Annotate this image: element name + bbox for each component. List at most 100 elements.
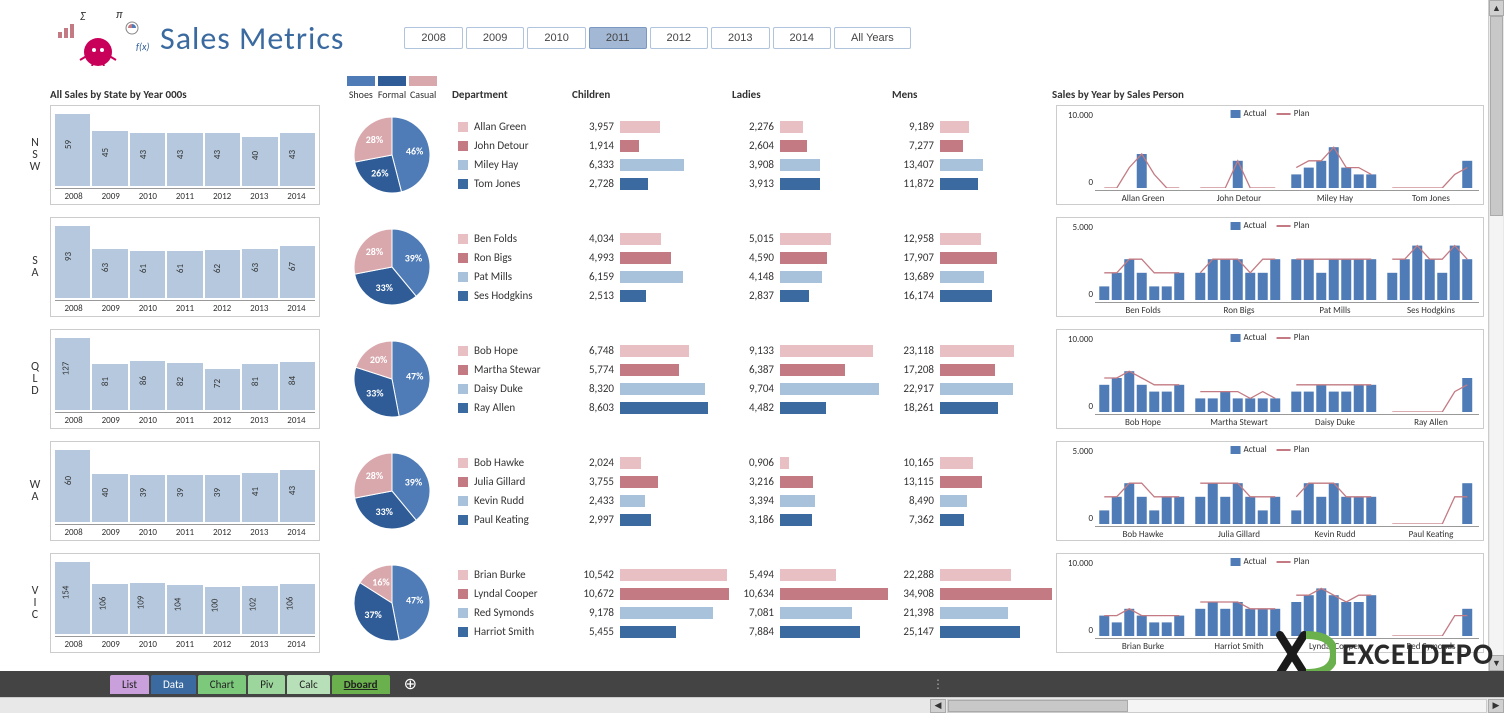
scroll-up-arrow[interactable]: ▲: [1489, 0, 1504, 16]
bar-chart-sa: 9363616162636720082009201020112012201320…: [50, 217, 320, 317]
year-button-2013[interactable]: 2013: [711, 27, 769, 49]
pie-legend: Shoes Formal Casual: [332, 76, 452, 101]
svg-text:28%: 28%: [366, 133, 384, 146]
year-button-2014[interactable]: 2014: [773, 27, 831, 49]
svg-text:20%: 20%: [370, 353, 388, 366]
salesperson-label: Allan Green: [458, 120, 572, 133]
state-row-nsw: NSW5945434343404320082009201020112012201…: [20, 105, 1484, 205]
scroll-right-arrow[interactable]: ▶: [1488, 699, 1504, 713]
year-filter-group: 2008200920102011201220132014All Years: [404, 27, 910, 49]
ladies-metrics-wa: 0,9063,2163,3943,186: [732, 456, 892, 526]
svg-text:33%: 33%: [376, 281, 394, 294]
ladies-metrics-sa: 5,0154,5904,1482,837: [732, 232, 892, 302]
salesperson-label: Paul Keating: [458, 513, 572, 526]
col-header-department: Department: [452, 88, 572, 101]
sheet-tabstrip: ListDataChartPivCalcDboard ⊕ ⋮: [0, 671, 1504, 697]
salesperson-label: Daisy Duke: [458, 382, 572, 395]
mens-metrics-vic: 22,28834,90821,39825,147: [892, 568, 1052, 638]
year-button-2012[interactable]: 2012: [650, 27, 708, 49]
children-metrics-qld: 6,7485,7748,3208,603: [572, 344, 732, 414]
col-header-sales-by-person: Sales by Year by Sales Person: [1052, 88, 1484, 101]
sparkline-chart-qld: ActualPlan 10.0000 Bob HopeMartha Stewar…: [1056, 329, 1484, 429]
state-row-vic: VIC1541061091041001021062008200920102011…: [20, 553, 1484, 653]
mens-metrics-nsw: 9,1897,27713,40711,872: [892, 120, 1052, 190]
salesperson-label: Bob Hope: [458, 344, 572, 357]
horizontal-scrollbar[interactable]: ◀ ▶: [0, 697, 1504, 713]
state-row-sa: SA93636161626367200820092010201120122013…: [20, 217, 1484, 317]
salesperson-label: Miley Hay: [458, 158, 572, 171]
sheet-tab-piv[interactable]: Piv: [248, 675, 285, 694]
sheet-tab-dboard[interactable]: Dboard: [332, 675, 390, 694]
sheet-tab-calc[interactable]: Calc: [287, 675, 329, 694]
col-header-sales-by-state: All Sales by State by Year 000s: [50, 88, 332, 101]
sheet-tab-chart[interactable]: Chart: [198, 675, 246, 694]
salesperson-label: Kevin Rudd: [458, 494, 572, 507]
sparkline-chart-vic: ActualPlan 10.0000 Brian BurkeHarriot Sm…: [1056, 553, 1484, 653]
year-button-2011[interactable]: 2011: [589, 27, 647, 49]
svg-text:33%: 33%: [376, 505, 394, 518]
state-label-sa: SA: [20, 255, 50, 279]
ladies-metrics-qld: 9,1336,3879,7044,482: [732, 344, 892, 414]
svg-text:37%: 37%: [364, 608, 382, 621]
scroll-left-arrow[interactable]: ◀: [930, 699, 946, 713]
salesperson-label: John Detour: [458, 139, 572, 152]
col-header-ladies: Ladies: [732, 88, 892, 101]
bar-chart-nsw: 5945434343404320082009201020112012201320…: [50, 105, 320, 205]
sparkline-chart-sa: ActualPlan 5.0000 Ben FoldsRon BigsPat M…: [1056, 217, 1484, 317]
year-button-all-years[interactable]: All Years: [834, 27, 911, 49]
svg-text:39%: 39%: [405, 252, 423, 265]
salesperson-label: Ron Bigs: [458, 251, 572, 264]
svg-text:33%: 33%: [366, 386, 384, 399]
bar-chart-qld: 1278186827281842008200920102011201220132…: [50, 329, 320, 429]
state-row-qld: QLD1278186827281842008200920102011201220…: [20, 329, 1484, 429]
svg-text:Σ: Σ: [80, 10, 86, 24]
svg-text:47%: 47%: [406, 369, 424, 382]
svg-text:39%: 39%: [405, 476, 423, 489]
horizontal-scroll-thumb[interactable]: [948, 700, 1128, 712]
svg-text:16%: 16%: [372, 575, 390, 588]
svg-text:π: π: [116, 8, 123, 22]
add-sheet-button[interactable]: ⊕: [392, 674, 429, 694]
salesperson-label: Ben Folds: [458, 232, 572, 245]
children-metrics-wa: 2,0243,7552,4332,997: [572, 456, 732, 526]
sheet-tab-data[interactable]: Data: [151, 675, 196, 694]
page-title: Sales Metrics: [160, 19, 344, 58]
salesperson-label: Pat Mills: [458, 270, 572, 283]
state-label-vic: VIC: [20, 585, 50, 621]
state-label-nsw: NSW: [20, 137, 50, 173]
mens-metrics-sa: 12,95817,90713,68916,174: [892, 232, 1052, 302]
salesperson-label: Martha Stewar: [458, 363, 572, 376]
salesperson-label: Brian Burke: [458, 568, 572, 581]
col-header-children: Children: [572, 88, 732, 101]
svg-text:46%: 46%: [406, 145, 424, 158]
state-label-wa: WA: [20, 479, 50, 503]
state-row-wa: WA60403939394143200820092010201120122013…: [20, 441, 1484, 541]
svg-text:47%: 47%: [406, 593, 424, 606]
pie-chart-qld: 47% 33% 20%: [332, 334, 452, 424]
vertical-scroll-thumb[interactable]: [1490, 16, 1503, 216]
year-button-2010[interactable]: 2010: [527, 27, 585, 49]
sparkline-chart-nsw: ActualPlan 10.0000 Allan GreenJohn Detou…: [1056, 105, 1484, 205]
salesperson-label: Bob Hawke: [458, 456, 572, 469]
bar-chart-vic: 1541061091041001021062008200920102011201…: [50, 553, 320, 653]
svg-text:26%: 26%: [371, 167, 389, 180]
ladies-metrics-vic: 5,49410,6347,0817,884: [732, 568, 892, 638]
mens-metrics-qld: 23,11817,20822,91718,261: [892, 344, 1052, 414]
bar-chart-wa: 6040393939414320082009201020112012201320…: [50, 441, 320, 541]
svg-text:28%: 28%: [366, 469, 384, 482]
year-button-2009[interactable]: 2009: [466, 27, 524, 49]
sheet-tab-list[interactable]: List: [110, 675, 149, 694]
children-metrics-sa: 4,0344,9936,1592,513: [572, 232, 732, 302]
vertical-scrollbar[interactable]: ▲ ▼: [1488, 0, 1504, 671]
salesperson-label: Red Symonds: [458, 606, 572, 619]
year-button-2008[interactable]: 2008: [404, 27, 462, 49]
children-metrics-nsw: 3,9571,9146,3332,728: [572, 120, 732, 190]
ladies-metrics-nsw: 2,2762,6043,9083,913: [732, 120, 892, 190]
pie-chart-nsw: 46% 26% 28%: [332, 110, 452, 200]
svg-text:f(x): f(x): [136, 40, 149, 53]
children-metrics-vic: 10,54210,6729,1785,455: [572, 568, 732, 638]
salesperson-label: Harriot Smith: [458, 625, 572, 638]
svg-text:28%: 28%: [366, 245, 384, 258]
salesperson-label: Lyndal Cooper: [458, 587, 572, 600]
scroll-down-arrow[interactable]: ▼: [1489, 655, 1504, 671]
